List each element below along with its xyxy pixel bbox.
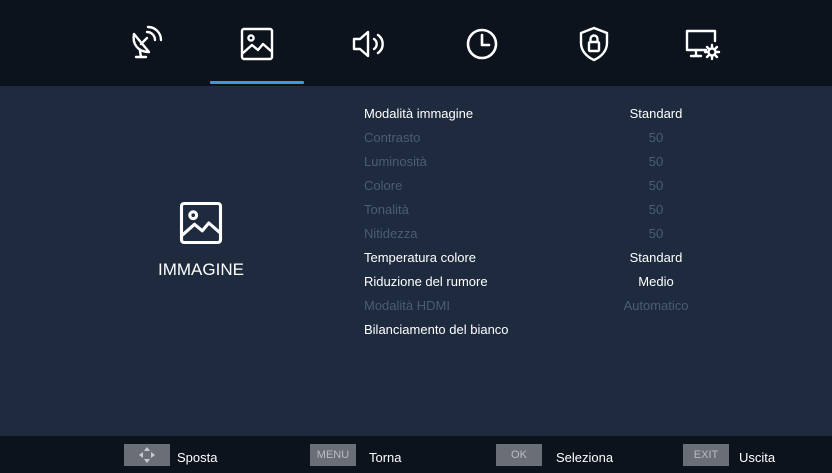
move-hint: Sposta: [177, 450, 218, 465]
satellite-icon: [132, 25, 163, 59]
menu-row[interactable]: Riduzione del rumore Medio: [0, 271, 832, 295]
tab-lock[interactable]: [572, 22, 616, 66]
menu-row: Nitidezza 50: [0, 223, 832, 247]
menu-item-label: Modalità HDMI: [364, 298, 450, 313]
tab-setup[interactable]: [680, 22, 724, 66]
menu-row: Modalità HDMI Automatico: [0, 295, 832, 319]
menu-item-value: 50: [648, 202, 664, 217]
menu-item-value: Automatico: [623, 298, 689, 313]
menu-row: Tonalità 50: [0, 199, 832, 223]
exit-key: EXIT: [683, 444, 729, 466]
lock-shield-icon: [579, 26, 609, 62]
menu-item-value: 50: [648, 130, 664, 145]
menu-item-label: Colore: [364, 178, 403, 193]
menu-item-label: Nitidezza: [364, 226, 418, 241]
tab-time[interactable]: [460, 22, 504, 66]
tab-sound[interactable]: [347, 22, 391, 66]
tab-channel[interactable]: [122, 22, 166, 66]
menu-item-label: Bilanciamento del bianco: [364, 322, 509, 337]
top-menu-bar: [0, 0, 832, 86]
menu-item-value: 50: [648, 178, 664, 193]
clock-icon: [466, 28, 498, 60]
menu-item-label: Riduzione del rumore: [364, 274, 488, 289]
menu-row: Colore 50: [0, 175, 832, 199]
speaker-icon: [352, 30, 384, 58]
menu-row: Luminosità 50: [0, 151, 832, 175]
menu-item-value: Standard: [629, 250, 683, 265]
footer-hint-bar: Sposta MENU Torna OK Seleziona EXIT Usci…: [0, 436, 832, 473]
menu-item-value: Standard: [629, 106, 683, 121]
picture-settings-panel: IMMAGINE Modalità immagine Standard Contra…: [0, 86, 832, 436]
menu-row: Contrasto 50: [0, 127, 832, 151]
menu-item-label: Luminosità: [364, 154, 427, 169]
back-hint: Torna: [369, 450, 402, 465]
menu-key: MENU: [310, 444, 356, 466]
picture-icon: [240, 27, 274, 61]
menu-item-label: Contrasto: [364, 130, 421, 145]
move-key: [124, 444, 170, 466]
exit-hint: Uscita: [739, 450, 776, 465]
arrows-icon: [139, 447, 155, 463]
active-tab-indicator: [210, 81, 304, 84]
menu-item-value: Medio: [638, 274, 674, 289]
menu-row[interactable]: Modalità immagine Standard: [0, 103, 832, 127]
ok-key: OK: [496, 444, 542, 466]
select-hint: Seleziona: [556, 450, 614, 465]
menu-item-value: 50: [648, 154, 664, 169]
menu-item-label: Modalità immagine: [364, 106, 474, 121]
menu-item-value: 50: [648, 226, 664, 241]
monitor-gear-icon: [685, 29, 721, 61]
menu-row[interactable]: Bilanciamento del bianco: [0, 319, 832, 343]
menu-item-label: Temperatura colore: [364, 250, 476, 265]
menu-row[interactable]: Temperatura colore Standard: [0, 247, 832, 271]
tab-picture[interactable]: [235, 22, 279, 66]
menu-item-label: Tonalità: [364, 202, 409, 217]
